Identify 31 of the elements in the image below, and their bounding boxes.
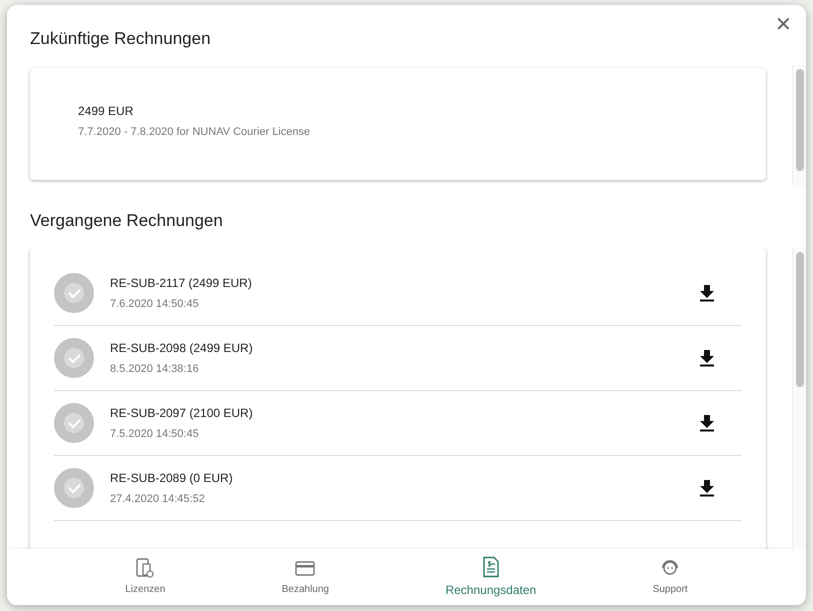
download-icon — [698, 414, 716, 432]
invoice-period: 7.7.2020 - 7.8.2020 for NUNAV Courier License — [78, 125, 312, 140]
nav-tab[interactable]: Rechnungsdaten — [437, 552, 544, 602]
invoice-number: RE-SUB-2098 (2499 EUR) — [110, 340, 254, 357]
close-button[interactable]: ✕ — [771, 13, 796, 37]
download-icon — [698, 348, 716, 367]
invoice-number: RE-SUB-2117 (2499 EUR) — [110, 274, 253, 292]
nav-tab[interactable]: Support — [644, 553, 696, 601]
invoice-amount: 2499 EUR — [78, 103, 134, 120]
invoice-date: 8.5.2020 14:38:16 — [110, 362, 200, 377]
download-button[interactable] — [698, 348, 716, 367]
invoice-number: RE-SUB-2097 (2100 EUR) — [110, 404, 254, 422]
download-button[interactable] — [698, 478, 716, 497]
section-heading: Zukünftige Rechnungen — [30, 29, 212, 50]
scrollbar[interactable] — [792, 248, 806, 549]
nav-tab[interactable]: Bezahlung — [274, 553, 337, 601]
download-button[interactable] — [698, 284, 716, 302]
invoice-number: RE-SUB-2089 (0 EUR) — [110, 470, 234, 487]
section-heading: Vergangene Rechnungen — [30, 211, 224, 232]
check-circle-icon — [54, 468, 94, 508]
check-circle-icon — [54, 272, 94, 313]
download-button[interactable] — [698, 414, 716, 432]
invoice-date: 7.6.2020 14:50:45 — [110, 296, 200, 312]
invoice-date: 7.5.2020 14:50:45 — [110, 426, 200, 442]
scrollbar[interactable] — [792, 65, 806, 188]
check-circle-icon — [54, 338, 94, 378]
check-circle-icon — [54, 402, 94, 443]
download-icon — [698, 284, 716, 302]
download-icon — [698, 478, 716, 497]
invoice-date: 27.4.2020 14:45:52 — [110, 492, 206, 507]
nav-tab[interactable]: Lizenzen — [117, 553, 174, 601]
